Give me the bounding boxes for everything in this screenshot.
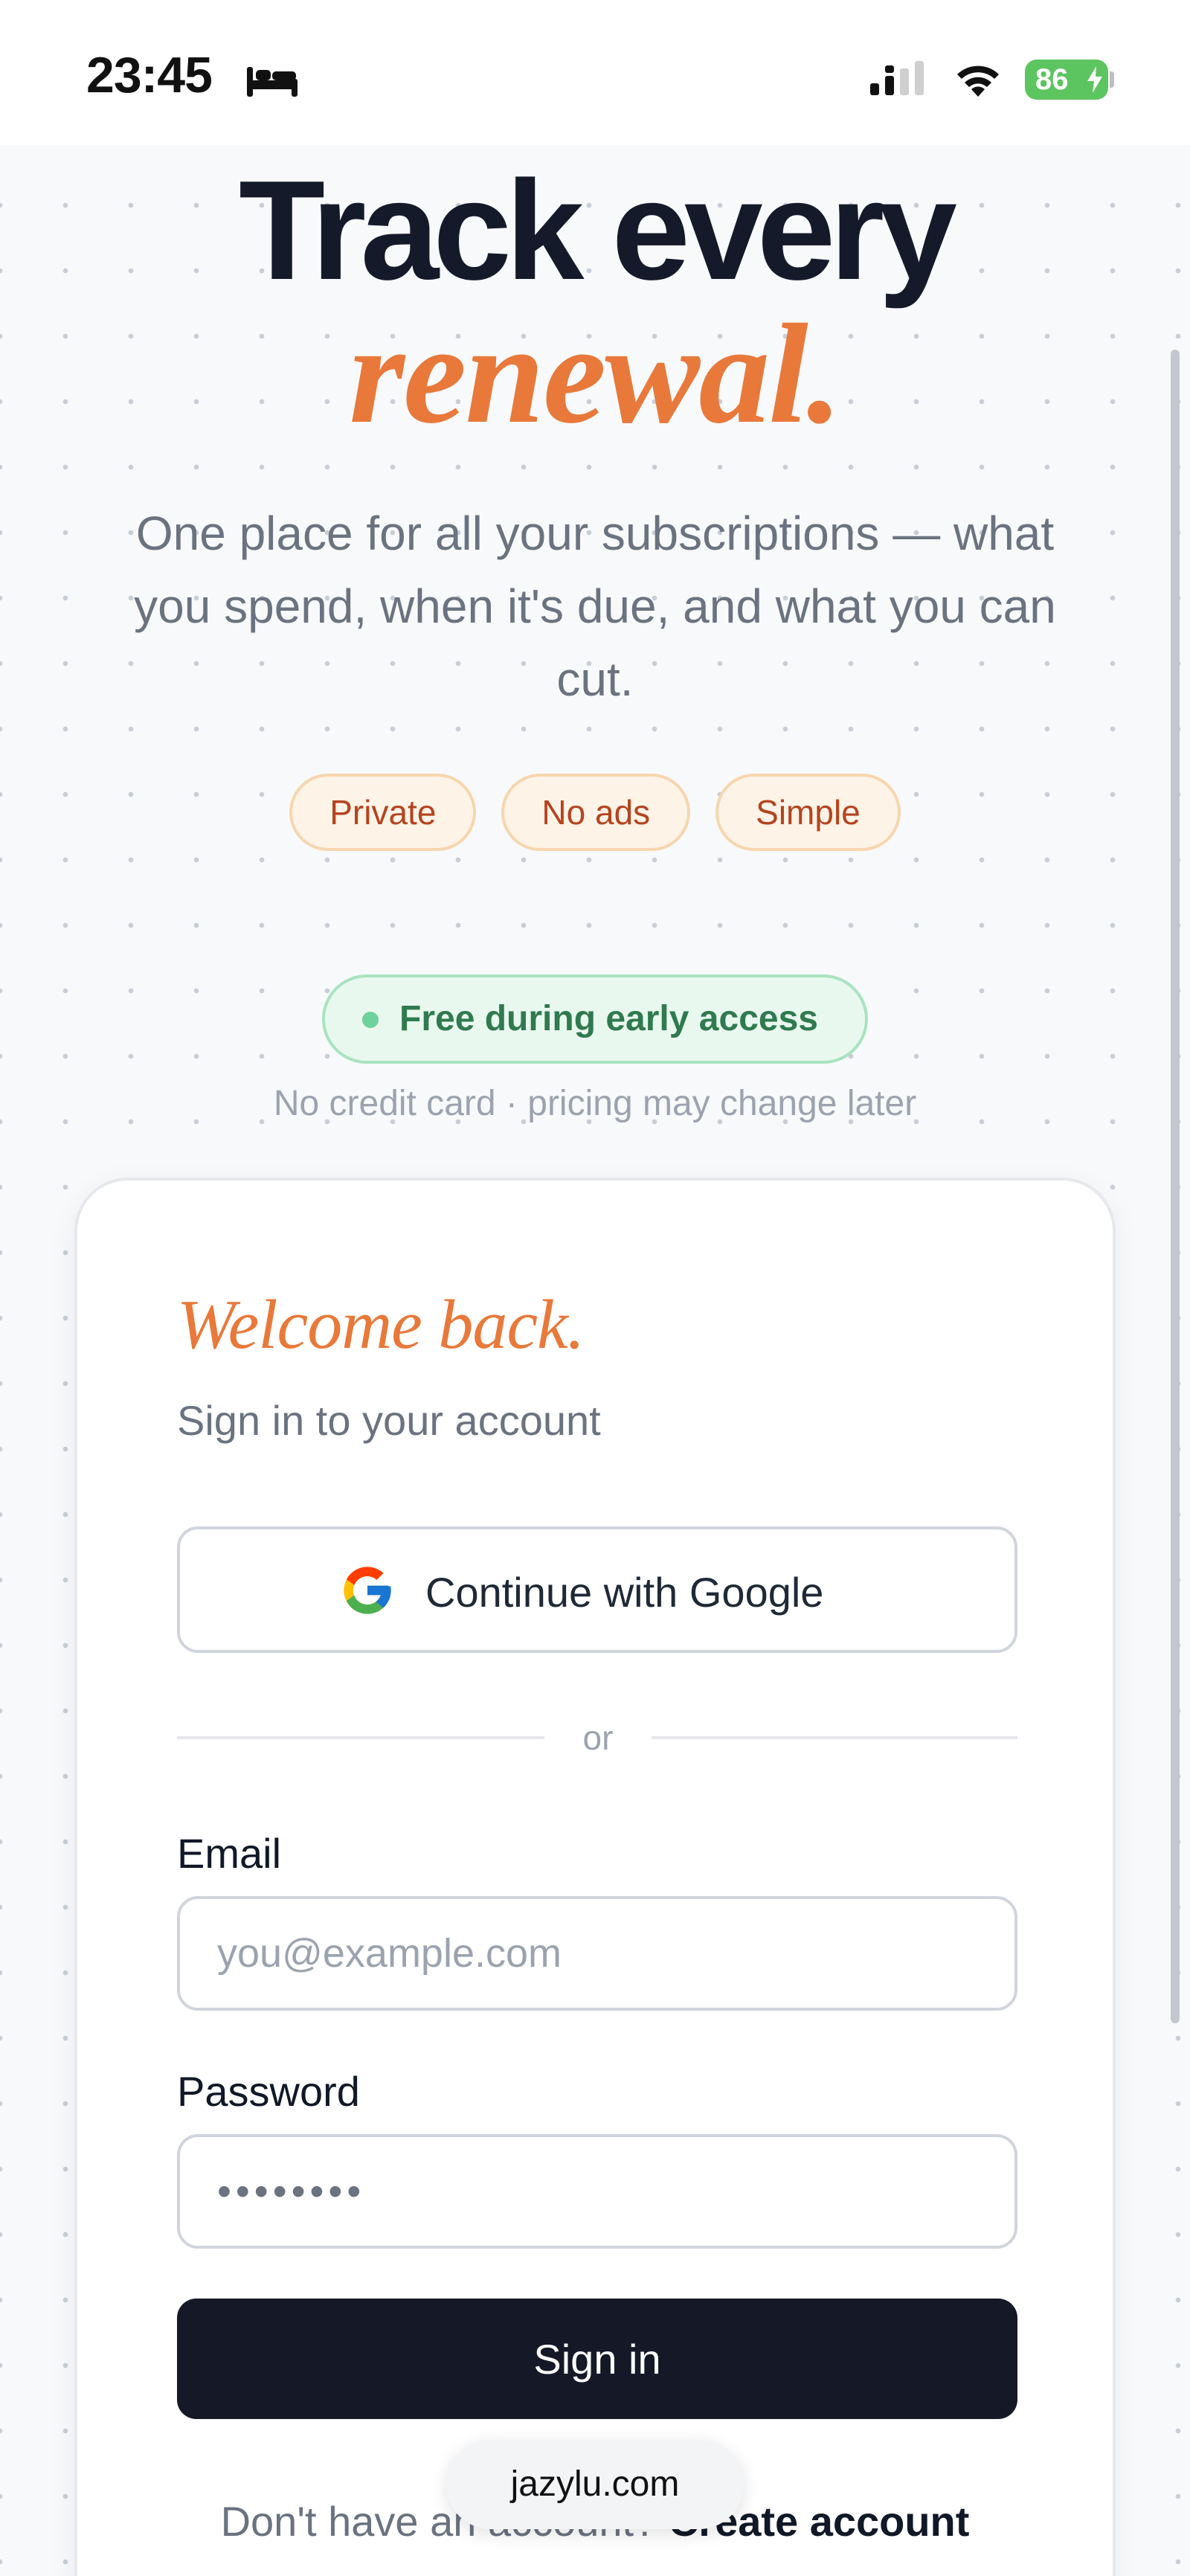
card-subtitle: Sign in to your account xyxy=(177,1397,601,1444)
password-field[interactable]: •••••••• xyxy=(177,2134,1017,2249)
status-dot-icon xyxy=(362,1012,379,1028)
battery-cap xyxy=(1110,71,1114,88)
battery-icon: 86 xyxy=(1025,60,1108,100)
hero-subtitle: One place for all your subscriptions — w… xyxy=(134,507,1056,706)
google-signin-button[interactable]: Continue with Google xyxy=(177,1526,1017,1653)
page-scrollbar[interactable] xyxy=(1171,350,1180,2023)
status-bar: 23:45 86 xyxy=(0,0,1190,145)
bed-icon xyxy=(247,67,298,97)
divider-line xyxy=(652,1736,1017,1739)
signin-card: Welcome back. Sign in to your account Co… xyxy=(74,1178,1116,2576)
page: 23:45 86 Track every renewal. One place … xyxy=(0,0,1190,2576)
email-field[interactable] xyxy=(177,1896,1017,2011)
signin-button[interactable]: Sign in xyxy=(177,2299,1017,2419)
pill-simple: Simple xyxy=(715,774,901,851)
email-label: Email xyxy=(177,1830,282,1877)
hero-title-accent: renewal. xyxy=(349,295,842,453)
pricing-note: No credit card · pricing may change late… xyxy=(273,1084,917,1123)
early-access-badge: Free during early access xyxy=(322,974,868,1064)
hero-title: Track every xyxy=(239,152,957,309)
battery-level: 86 xyxy=(1035,63,1069,96)
early-access-label: Free during early access xyxy=(399,999,818,1038)
status-time: 23:45 xyxy=(86,47,213,103)
google-signin-label: Continue with Google xyxy=(425,1569,824,1616)
wifi-icon xyxy=(957,65,999,97)
feature-pills: Private No ads Simple xyxy=(0,774,1190,851)
divider-line xyxy=(177,1736,544,1739)
password-label: Password xyxy=(177,2068,360,2115)
pill-no-ads: No ads xyxy=(501,774,691,851)
card-title: Welcome back. xyxy=(177,1286,585,1364)
pill-private: Private xyxy=(289,774,477,851)
signal-icon xyxy=(870,61,924,95)
charging-bolt-icon xyxy=(1087,66,1102,93)
browser-url-bar[interactable]: jazylu.com xyxy=(446,2440,744,2529)
google-icon xyxy=(344,1567,391,1614)
divider-or: or xyxy=(582,1718,614,1757)
